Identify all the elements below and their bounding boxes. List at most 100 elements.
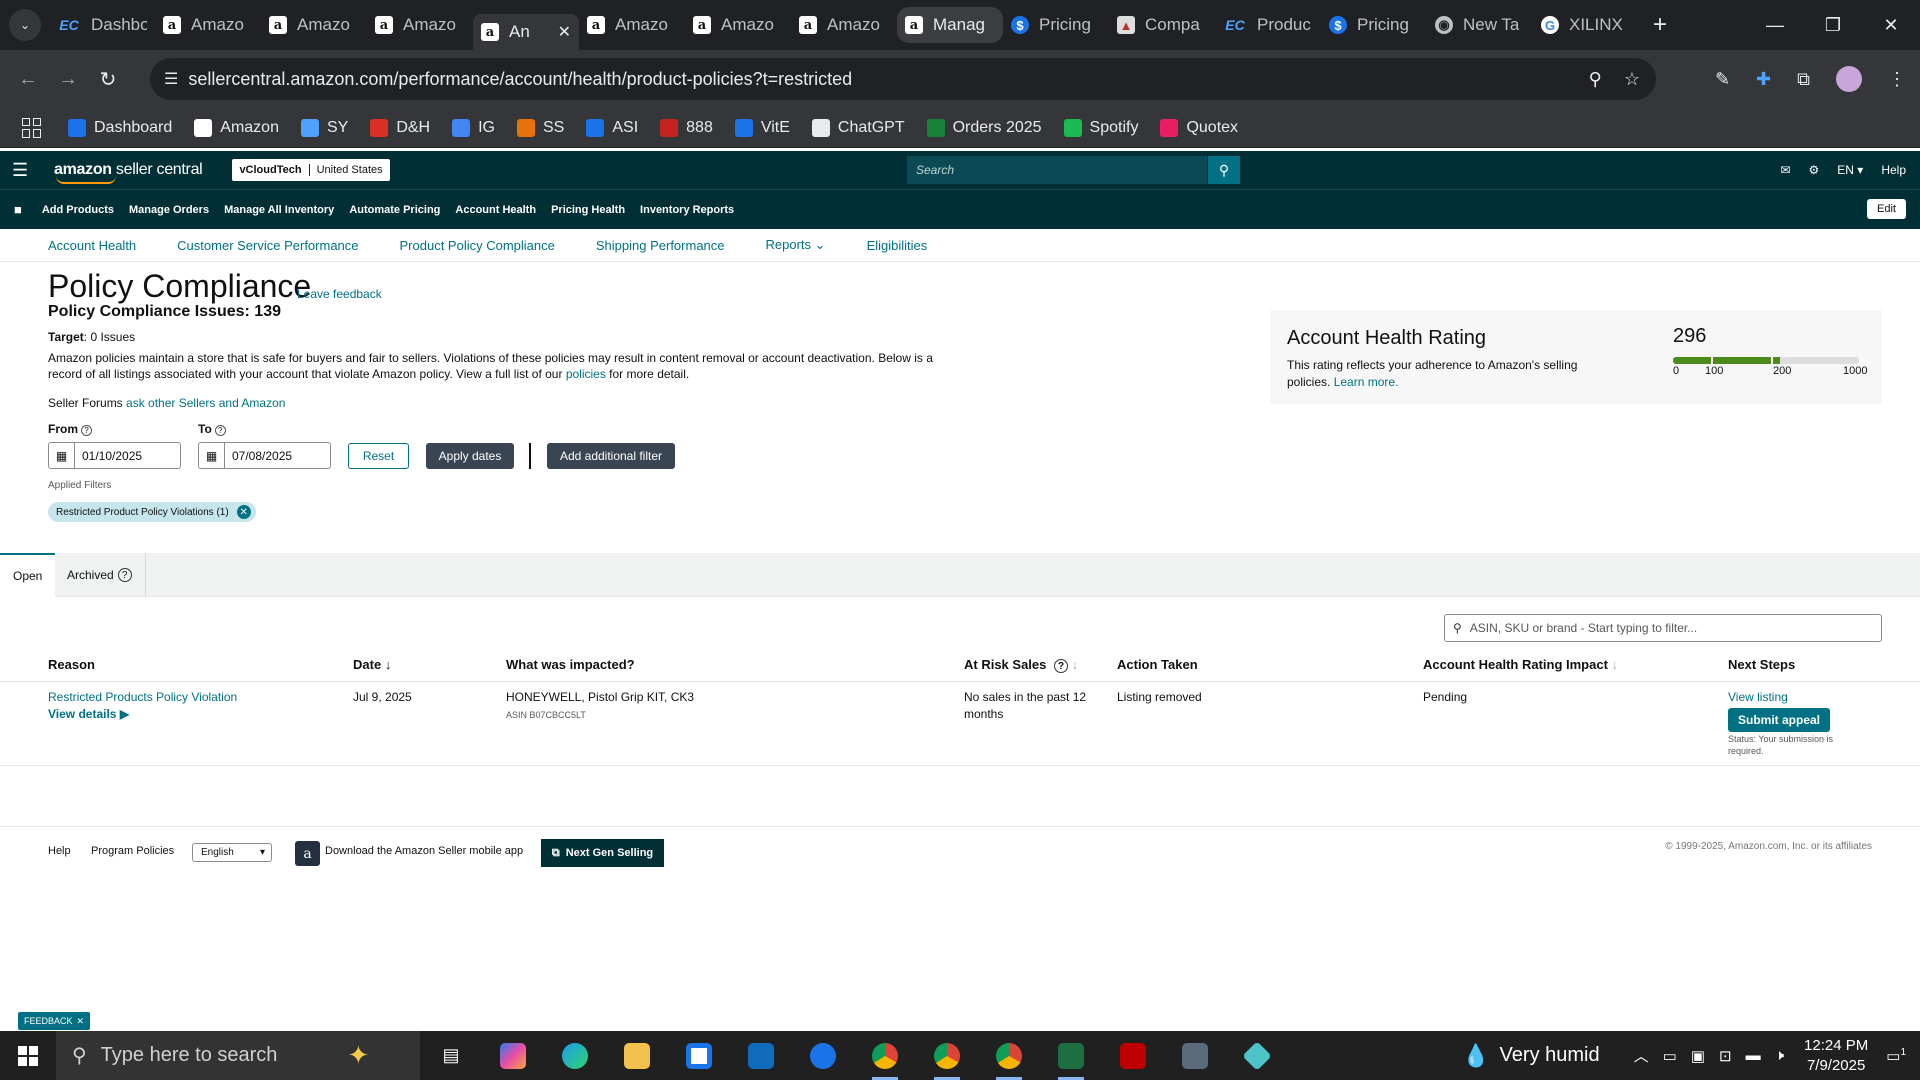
search-icon[interactable]: ⚲: [1208, 156, 1240, 184]
next-gen-selling-button[interactable]: ⧉ Next Gen Selling: [541, 839, 664, 867]
bookmark-item[interactable]: ASI: [586, 118, 638, 137]
apps-grid-icon[interactable]: [22, 117, 42, 138]
hamburger-menu-icon[interactable]: ☰: [12, 160, 38, 181]
footer-help-link[interactable]: Help: [48, 845, 71, 857]
reset-button[interactable]: Reset: [348, 443, 409, 469]
store-icon[interactable]: [668, 1031, 730, 1080]
seller-nav-link[interactable]: Account Health: [455, 204, 536, 216]
network-icon[interactable]: ▭: [1663, 1047, 1677, 1065]
browser-tab[interactable]: $ Pricing: [1003, 7, 1109, 43]
bookmark-star-icon[interactable]: ☆: [1624, 69, 1640, 90]
filezilla-icon[interactable]: [1102, 1031, 1164, 1080]
bookmark-item[interactable]: SY: [300, 118, 348, 137]
url-text[interactable]: sellercentral.amazon.com/performance/acc…: [188, 69, 852, 90]
to-date-field[interactable]: ▦ 07/08/2025: [198, 442, 331, 469]
view-listing-link[interactable]: View listing: [1728, 689, 1788, 706]
calculator-icon[interactable]: [1164, 1031, 1226, 1080]
chrome-icon[interactable]: [978, 1031, 1040, 1080]
seller-forums-link[interactable]: ask other Sellers and Amazon: [126, 396, 285, 410]
bookmark-item[interactable]: Amazon: [194, 118, 279, 137]
subnav-link[interactable]: Product Policy Compliance: [400, 238, 555, 253]
browser-tab[interactable]: a Amazo: [155, 7, 261, 43]
browser-menu-icon[interactable]: ⋮: [1888, 69, 1906, 90]
calendar-icon[interactable]: ▦: [199, 443, 225, 468]
bookmark-icon[interactable]: ■: [14, 202, 22, 217]
seller-nav-link[interactable]: Pricing Health: [551, 204, 625, 216]
col-at-risk-sales[interactable]: At Risk Sales ? ↓: [964, 657, 1078, 673]
program-policies-link[interactable]: Program Policies: [91, 845, 174, 857]
footer-language-select[interactable]: English ▾: [192, 843, 272, 862]
chrome-icon[interactable]: [854, 1031, 916, 1080]
submit-appeal-button[interactable]: Submit appeal: [1728, 708, 1830, 732]
bookmark-item[interactable]: Dashboard: [68, 118, 172, 137]
col-ahr-impact[interactable]: Account Health Rating Impact ↓: [1423, 657, 1618, 672]
browser-tab[interactable]: a Amazo: [261, 7, 367, 43]
bookmark-item[interactable]: IG: [452, 118, 495, 137]
help-link[interactable]: Help: [1881, 163, 1906, 177]
reload-icon[interactable]: ↻: [88, 67, 128, 92]
browser-tab[interactable]: EC Produc: [1215, 7, 1321, 43]
zoom-icon[interactable]: ⚲: [1589, 69, 1602, 90]
calendar-app-icon[interactable]: [792, 1031, 854, 1080]
copilot-app-icon[interactable]: [482, 1031, 544, 1080]
file-explorer-icon[interactable]: [606, 1031, 668, 1080]
minimize-icon[interactable]: —: [1746, 15, 1804, 36]
settings-gear-icon[interactable]: ⚙: [1809, 163, 1820, 177]
weather-widget[interactable]: 💧 Very humid: [1462, 1043, 1599, 1069]
browser-tab[interactable]: a Amazo: [685, 7, 791, 43]
browser-tab[interactable]: a Manag: [897, 7, 1003, 43]
seller-nav-link[interactable]: Automate Pricing: [349, 204, 440, 216]
leave-feedback-link[interactable]: Leave feedback: [297, 287, 382, 301]
chrome-icon[interactable]: [916, 1031, 978, 1080]
tab-search-icon[interactable]: ⌄: [9, 9, 41, 41]
profile-avatar[interactable]: [1836, 66, 1862, 92]
remove-filter-icon[interactable]: ✕: [236, 505, 251, 519]
address-bar[interactable]: ☰ sellercentral.amazon.com/performance/a…: [150, 58, 1656, 100]
calendar-icon[interactable]: ▦: [49, 443, 75, 468]
tab-open[interactable]: Open: [0, 553, 56, 597]
notifications-icon[interactable]: ▭1: [1886, 1047, 1906, 1065]
seller-nav-link[interactable]: Inventory Reports: [640, 204, 734, 216]
meet-icon[interactable]: ▣: [1691, 1047, 1705, 1065]
display-icon[interactable]: ⊡: [1719, 1047, 1732, 1065]
excel-icon[interactable]: [1040, 1031, 1102, 1080]
apply-dates-button[interactable]: Apply dates: [426, 443, 514, 469]
subnav-link[interactable]: Eligibilities: [867, 238, 928, 253]
close-tab-icon[interactable]: ✕: [558, 22, 571, 42]
browser-tab[interactable]: a Amazo: [791, 7, 897, 43]
asin-filter-input[interactable]: ⚲ ASIN, SKU or brand - Start typing to fi…: [1444, 614, 1882, 642]
tray-chevron-icon[interactable]: ︿: [1634, 1045, 1649, 1066]
help-icon[interactable]: ?: [214, 425, 226, 436]
tab-archived[interactable]: Archived?: [54, 553, 146, 597]
seller-central-logo[interactable]: amazon seller central: [54, 161, 203, 184]
from-date-field[interactable]: ▦ 01/10/2025: [48, 442, 181, 469]
outlook-icon[interactable]: [730, 1031, 792, 1080]
help-icon[interactable]: ?: [81, 425, 92, 436]
browser-tab[interactable]: a Amazo: [579, 7, 685, 43]
volume-muted-icon[interactable]: 🕨: [1775, 1047, 1784, 1064]
restore-icon[interactable]: ❐: [1804, 15, 1862, 36]
taskbar-search-input[interactable]: ⚲ Type here to search ✦: [56, 1031, 420, 1080]
app-diamond-icon[interactable]: [1226, 1031, 1288, 1080]
download-app-link[interactable]: Download the Amazon Seller mobile app: [325, 845, 523, 857]
add-filter-button[interactable]: Add additional filter: [547, 443, 675, 469]
extensions-puzzle-icon[interactable]: ⧉: [1797, 69, 1810, 90]
seller-nav-link[interactable]: Add Products: [42, 204, 114, 216]
language-selector[interactable]: EN ▾: [1837, 163, 1863, 177]
bookmark-item[interactable]: 888: [660, 118, 713, 137]
extension-feather-icon[interactable]: ✎: [1715, 69, 1730, 90]
system-clock[interactable]: 12:24 PM 7/9/2025: [1804, 1036, 1868, 1076]
battery-icon[interactable]: ▬: [1746, 1047, 1761, 1064]
close-window-icon[interactable]: ✕: [1862, 15, 1920, 36]
help-icon[interactable]: ?: [117, 568, 132, 582]
browser-tab[interactable]: ▲ Compa: [1109, 7, 1215, 43]
windows-start-icon[interactable]: [0, 1031, 56, 1080]
learn-more-link[interactable]: Learn more.: [1334, 375, 1399, 389]
seller-nav-link[interactable]: Manage Orders: [129, 204, 209, 216]
seller-search-input[interactable]: Search: [907, 156, 1207, 184]
browser-tab[interactable]: ◉ New Ta: [1427, 7, 1533, 43]
bookmark-item[interactable]: SS: [517, 118, 564, 137]
site-info-icon[interactable]: ☰: [164, 69, 178, 89]
mail-icon[interactable]: ✉: [1780, 163, 1790, 177]
col-date[interactable]: Date ↓: [353, 657, 391, 672]
